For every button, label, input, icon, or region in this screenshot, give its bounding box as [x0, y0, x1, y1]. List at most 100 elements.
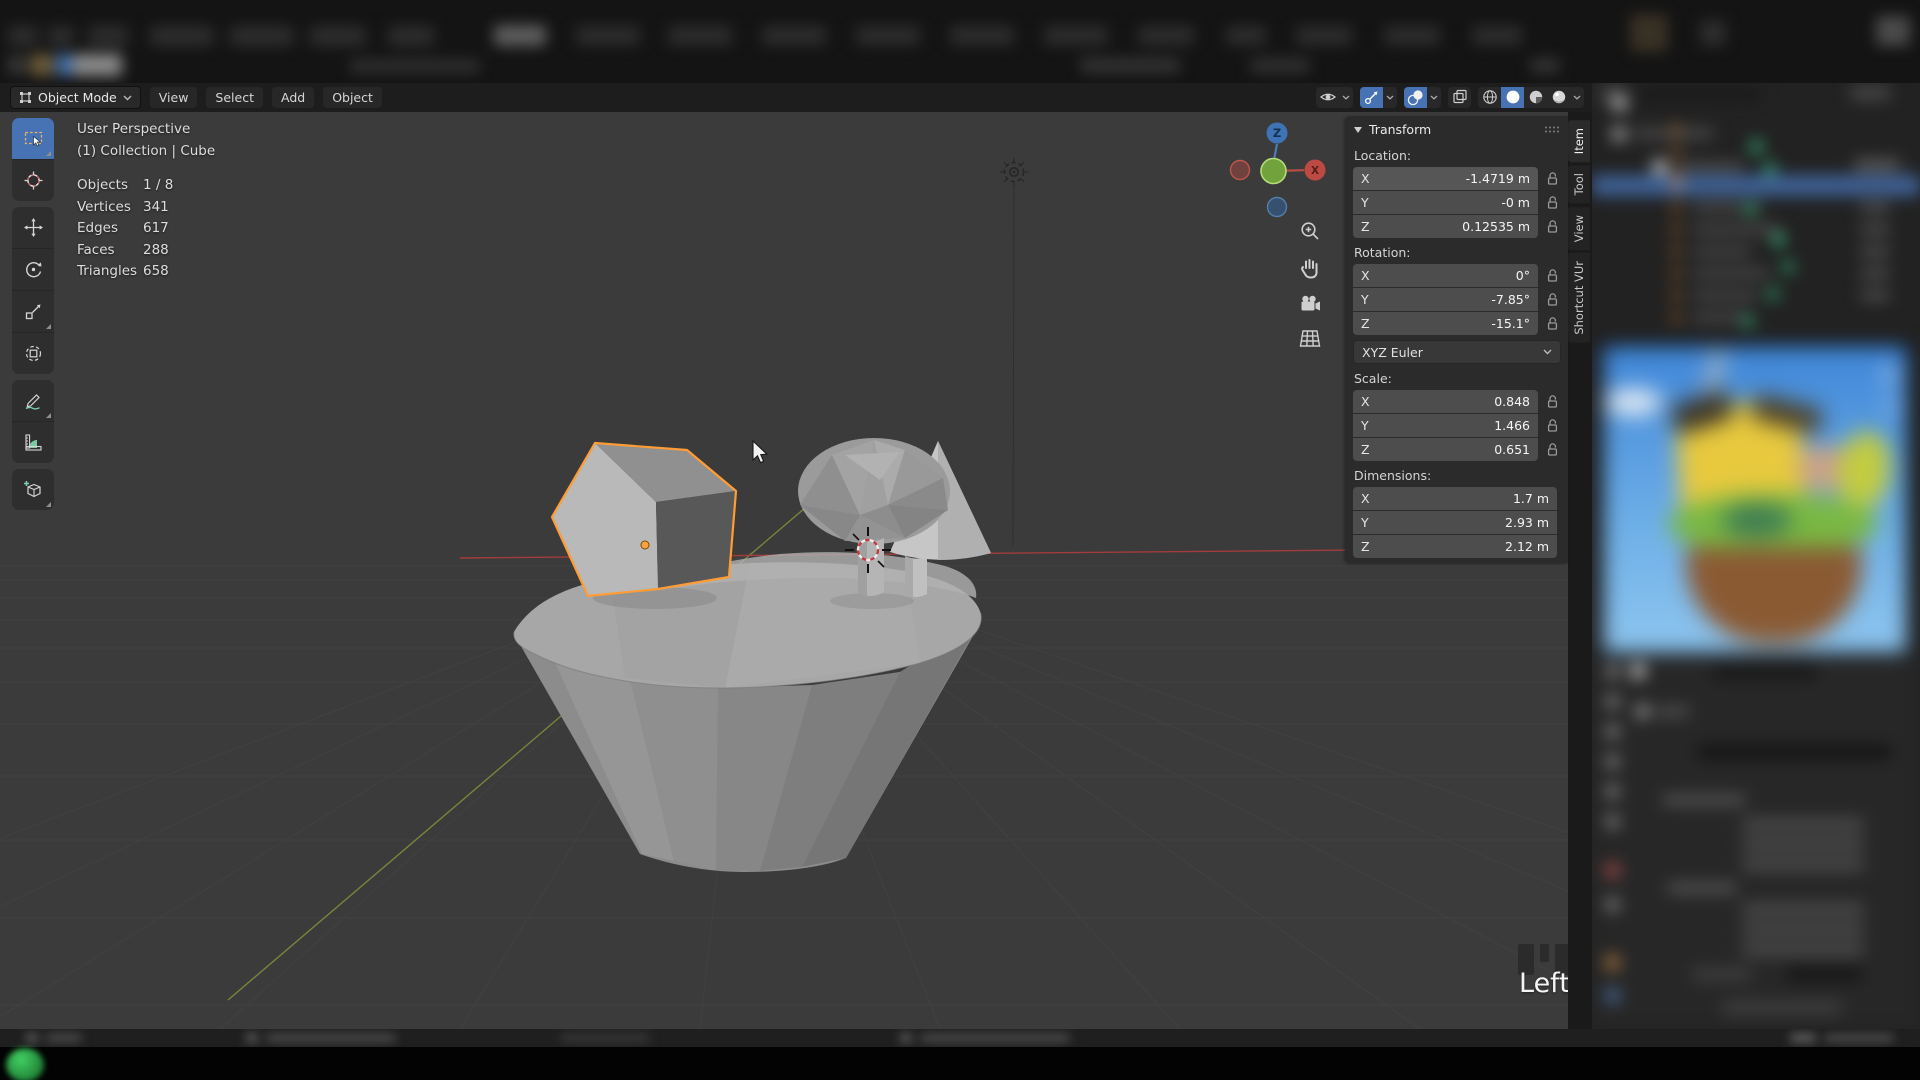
- shading-rendered-button[interactable]: [1547, 87, 1570, 108]
- gizmo-neg-z-axis[interactable]: [1268, 198, 1287, 217]
- chevron-down-icon: [1573, 95, 1581, 100]
- location-y-field[interactable]: Y-0 m: [1353, 191, 1538, 214]
- workspace-tab[interactable]: [230, 26, 294, 46]
- rotation-y-lock[interactable]: [1544, 292, 1561, 307]
- unlock-icon: [1546, 418, 1559, 433]
- house-selected[interactable]: [552, 443, 736, 596]
- location-z-field[interactable]: Z0.12535 m: [1353, 215, 1538, 238]
- menu-add[interactable]: Add: [272, 87, 314, 108]
- nav-zoom-button[interactable]: [1297, 218, 1323, 244]
- outliner-properties-blurred: [1592, 83, 1920, 1029]
- overlays-toggle-button[interactable]: [1404, 87, 1427, 108]
- taskbar-app-icon[interactable]: [6, 1048, 44, 1080]
- sidebar-tab-tool[interactable]: Tool: [1568, 165, 1590, 203]
- rotation-mode-dropdown[interactable]: XYZ Euler: [1353, 340, 1561, 364]
- workspace-tab[interactable]: [150, 26, 214, 46]
- panel-collapse-icon[interactable]: [1354, 127, 1362, 133]
- rotation-y-field[interactable]: Y-7.85°: [1353, 288, 1538, 311]
- workspace-tab[interactable]: [576, 26, 640, 45]
- location-z-lock[interactable]: [1544, 219, 1561, 234]
- blurred-icon: [1652, 159, 1668, 175]
- nav-camera-button[interactable]: [1297, 291, 1323, 317]
- topbar-blob: [1630, 14, 1668, 52]
- outliner-selected-row[interactable]: [1592, 175, 1920, 196]
- workspace-tab[interactable]: [668, 26, 732, 45]
- location-x-lock[interactable]: [1544, 171, 1561, 186]
- gizmo-toggle-button[interactable]: [1360, 87, 1383, 108]
- workspace-tab[interactable]: [1472, 26, 1522, 45]
- nav-pan-button[interactable]: [1297, 255, 1323, 281]
- topbar-blob: [8, 56, 26, 74]
- stat-row: Faces288: [77, 240, 215, 262]
- workspace-tab[interactable]: [8, 26, 38, 46]
- dimensions-z-field[interactable]: Z2.12 m: [1353, 535, 1557, 558]
- workspace-tab[interactable]: [1138, 26, 1194, 45]
- tool-move[interactable]: [12, 207, 54, 248]
- gizmo-neg-x-axis[interactable]: [1231, 161, 1250, 180]
- workspace-tab-active[interactable]: [494, 25, 546, 46]
- location-x-field[interactable]: X-1.4719 m: [1353, 167, 1538, 190]
- panel-grip-icon[interactable]: [1544, 126, 1560, 133]
- scale-x-lock[interactable]: [1544, 394, 1561, 409]
- scale-x-field[interactable]: X0.848: [1353, 390, 1538, 413]
- workspace-tab[interactable]: [48, 26, 74, 46]
- scale-z-field[interactable]: Z0.651: [1353, 438, 1538, 461]
- workspace-tab[interactable]: [856, 26, 920, 45]
- location-y-lock[interactable]: [1544, 195, 1561, 210]
- sidebar-tab-shortcut-vur[interactable]: Shortcut VUr: [1568, 253, 1590, 343]
- tool-cursor[interactable]: [12, 159, 54, 201]
- workspace-tab[interactable]: [1296, 26, 1352, 45]
- blurred-blob: [46, 1034, 82, 1042]
- mode-label: Object Mode: [38, 90, 117, 105]
- shading-solid-button[interactable]: [1501, 87, 1524, 108]
- xray-toggle-button[interactable]: [1448, 87, 1471, 108]
- move-icon: [23, 217, 44, 238]
- tool-select-box[interactable]: [12, 118, 54, 159]
- object-visibility-button[interactable]: [1316, 87, 1339, 108]
- tool-measure[interactable]: [12, 421, 54, 463]
- rotation-x-lock[interactable]: [1544, 268, 1561, 283]
- sun-lamp[interactable]: [1000, 158, 1028, 546]
- rotation-z-field[interactable]: Z-15.1°: [1353, 312, 1538, 335]
- visibility-dropdown-chevron[interactable]: [1339, 87, 1353, 108]
- gizmo-y-axis[interactable]: [1261, 159, 1286, 184]
- workspace-tab[interactable]: [1384, 26, 1440, 45]
- menu-object[interactable]: Object: [323, 87, 382, 108]
- workspace-tab[interactable]: [88, 26, 128, 46]
- rotation-x-field[interactable]: X0°: [1353, 264, 1538, 287]
- dimensions-x-field[interactable]: X1.7 m: [1353, 487, 1557, 510]
- scale-y-lock[interactable]: [1544, 418, 1561, 433]
- tool-add-cube[interactable]: [12, 469, 54, 510]
- gizmo-dropdown-chevron[interactable]: [1383, 87, 1397, 108]
- workspace-tab[interactable]: [310, 26, 366, 46]
- island-mesh[interactable]: [514, 552, 982, 872]
- tool-scale[interactable]: [12, 290, 54, 332]
- workspace-tab[interactable]: [950, 26, 1014, 45]
- sidebar-tab-item[interactable]: Item: [1568, 120, 1590, 162]
- workspace-tab[interactable]: [1044, 26, 1108, 45]
- shading-wireframe-button[interactable]: [1478, 87, 1501, 108]
- scale-y-field[interactable]: Y1.466: [1353, 414, 1538, 437]
- menu-select[interactable]: Select: [206, 87, 263, 108]
- overlays-dropdown-chevron[interactable]: [1427, 87, 1441, 108]
- scale-z-lock[interactable]: [1544, 442, 1561, 457]
- workspace-tab[interactable]: [388, 26, 434, 46]
- tool-rotate[interactable]: [12, 248, 54, 290]
- status-bar-blurred: [0, 1029, 1920, 1047]
- navigation-gizmo[interactable]: Z X: [1226, 116, 1330, 220]
- workspace-tab[interactable]: [762, 26, 826, 45]
- dimensions-y-field[interactable]: Y2.93 m: [1353, 511, 1557, 534]
- viewport-3d[interactable]: Object Mode View Select Add Object: [0, 83, 1592, 1029]
- sidebar-tab-view[interactable]: View: [1568, 207, 1590, 250]
- mode-selector[interactable]: Object Mode: [10, 86, 141, 109]
- tool-annotate[interactable]: [12, 380, 54, 421]
- menu-view[interactable]: View: [150, 87, 198, 108]
- unlock-icon: [1546, 316, 1559, 331]
- tool-transform[interactable]: [12, 332, 54, 374]
- nav-ortho-toggle-button[interactable]: [1297, 326, 1323, 352]
- rotation-z-lock[interactable]: [1544, 316, 1561, 331]
- workspace-tab[interactable]: [1226, 26, 1266, 45]
- unlock-icon: [1546, 394, 1559, 409]
- shading-dropdown-chevron[interactable]: [1570, 87, 1584, 108]
- shading-material-button[interactable]: [1524, 87, 1547, 108]
